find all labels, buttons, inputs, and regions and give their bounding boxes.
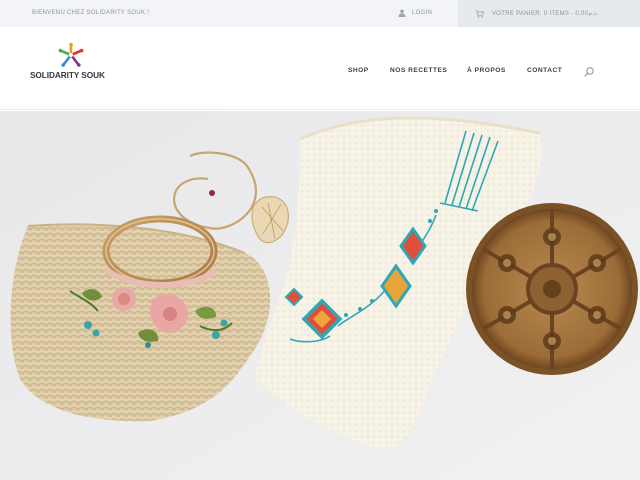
cart-icon [475, 5, 485, 23]
welcome-message: BIENVENU CHEZ SOLIDARITY SOUK ! [32, 10, 150, 16]
brand-logo[interactable]: SOLIDARITY SOUK [30, 42, 120, 93]
top-bar: BIENVENU CHEZ SOLIDARITY SOUK ! LOGIN VO… [0, 0, 640, 27]
login-label: LOGIN [412, 10, 433, 16]
site-header: SOLIDARITY SOUK SHOP NOS RECETTES À PROP… [0, 27, 640, 110]
user-icon [398, 4, 406, 22]
hero-photo [0, 111, 640, 480]
nav-contact[interactable]: CONTACT [527, 67, 562, 74]
star-people-logo-icon [57, 42, 85, 72]
nav-a-propos[interactable]: À PROPOS [467, 67, 506, 74]
brand-name: SOLIDARITY SOUK [30, 70, 105, 80]
nav-nos-recettes[interactable]: NOS RECETTES [390, 67, 447, 74]
login-link[interactable]: LOGIN [398, 8, 432, 18]
cart-label: VOTRE PANIER: 0 ITEMS - 0,00د.م. [492, 11, 599, 17]
search-icon[interactable] [583, 65, 595, 77]
nav-shop[interactable]: SHOP [348, 67, 369, 74]
cart-summary[interactable]: VOTRE PANIER: 0 ITEMS - 0,00د.م. [458, 0, 640, 27]
wooden-tray-image [466, 203, 638, 375]
hero-banner [0, 111, 640, 480]
